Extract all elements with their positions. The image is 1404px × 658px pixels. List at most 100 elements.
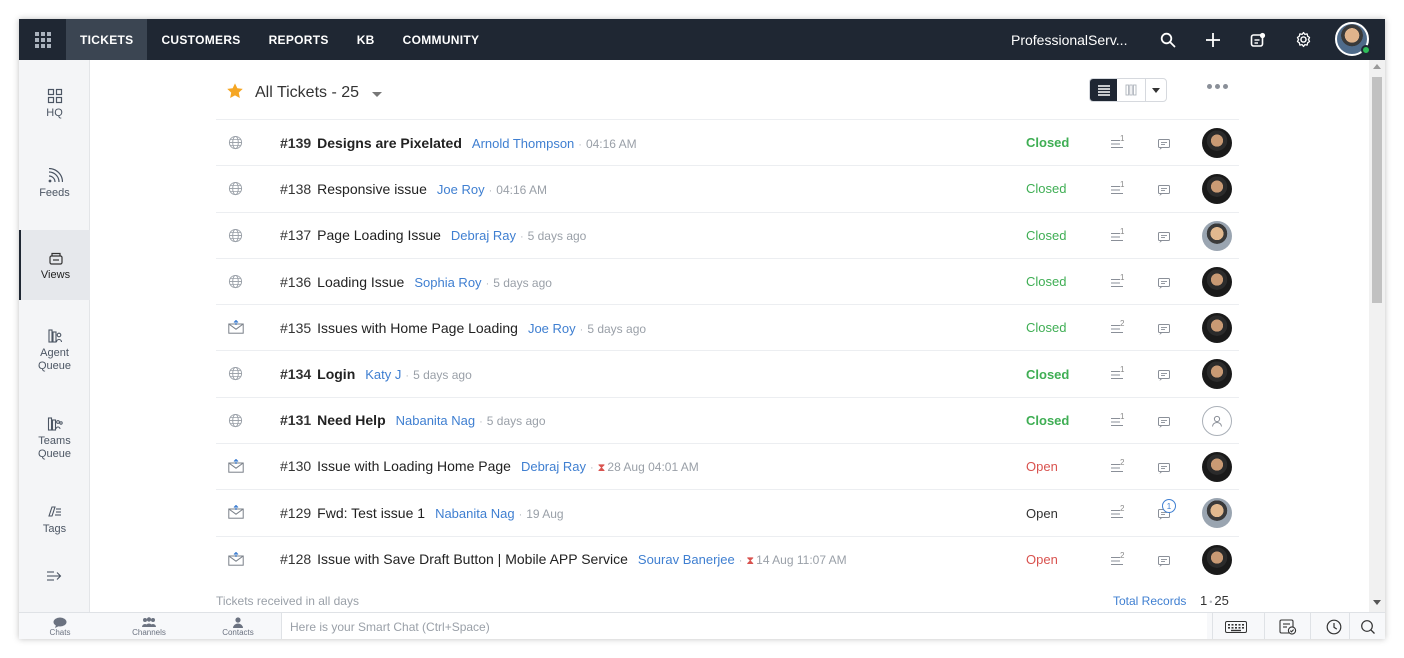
ticket-id[interactable]: #131 [280, 412, 311, 428]
comment-icon[interactable] [1158, 415, 1170, 433]
status-badge[interactable]: Closed [1026, 413, 1069, 428]
agent-avatar[interactable] [1202, 359, 1232, 390]
table-row[interactable]: #139 Designs are Pixelated Arnold Thompson… [216, 119, 1239, 165]
table-row[interactable]: #134 Login Katy J · 5 days ago Closed 1 [216, 350, 1239, 396]
ticket-subject[interactable]: Page Loading Issue [317, 227, 441, 243]
ticket-id[interactable]: #130 [280, 458, 311, 474]
ticket-id[interactable]: #129 [280, 505, 311, 521]
status-badge[interactable]: Closed [1026, 135, 1069, 150]
agent-avatar[interactable] [1202, 128, 1232, 158]
tab-tickets[interactable]: TICKETS [66, 19, 148, 60]
gear-icon[interactable] [1288, 19, 1318, 60]
table-row[interactable]: #136 Loading Issue Sophia Roy · 5 days ago Cl… [216, 257, 1239, 304]
ticket-id[interactable]: #134 [280, 366, 311, 382]
ticket-subject[interactable]: Issue with Save Draft Button | Mobile AP… [317, 551, 628, 567]
agent-avatar[interactable] [1202, 220, 1232, 251]
tab-kb[interactable]: KB [343, 19, 389, 60]
notifications-icon[interactable] [1243, 19, 1273, 60]
comment-icon[interactable] [1158, 461, 1170, 479]
table-row[interactable]: #138 Responsive issue Joe Roy · 04:16 AM Clos… [216, 165, 1239, 211]
contact-name[interactable]: Nabanita Nag [396, 413, 476, 428]
sidebar-expand-button[interactable] [19, 570, 90, 590]
ticket-subject[interactable]: Fwd: Test issue 1 [317, 505, 425, 521]
search-icon[interactable] [1153, 19, 1183, 60]
comment-icon[interactable] [1158, 322, 1170, 340]
ticket-id[interactable]: #139 [280, 135, 311, 151]
status-badge[interactable]: Open [1026, 459, 1058, 474]
table-row[interactable]: #129 Fwd: Test issue 1 Nabanita Nag · 19 Aug… [216, 489, 1239, 535]
ticket-subject[interactable]: Login [317, 366, 355, 382]
contact-name[interactable]: Katy J [365, 367, 401, 382]
contacts-button[interactable]: Contacts [208, 613, 268, 639]
contact-name[interactable]: Nabanita Nag [435, 506, 515, 521]
status-badge[interactable]: Closed [1026, 228, 1066, 243]
board-view-button[interactable] [1117, 79, 1144, 101]
ticket-id[interactable]: #137 [280, 227, 311, 243]
contact-name[interactable]: Sophia Roy [414, 275, 481, 290]
ticket-subject[interactable]: Issue with Loading Home Page [317, 458, 511, 474]
contact-name[interactable]: Debraj Ray [451, 228, 516, 243]
scroll-thumb[interactable] [1372, 77, 1382, 303]
status-badge[interactable]: Open [1026, 506, 1058, 521]
status-badge[interactable]: Open [1026, 552, 1058, 567]
comment-icon[interactable] [1158, 554, 1170, 572]
layout-dropdown-button[interactable] [1144, 79, 1166, 101]
org-switcher[interactable]: ProfessionalServ... [1011, 19, 1127, 60]
status-badge[interactable]: Closed [1026, 181, 1066, 196]
comment-icon[interactable] [1158, 183, 1170, 201]
tab-reports[interactable]: REPORTS [255, 19, 343, 60]
ticket-subject[interactable]: Responsive issue [317, 181, 427, 197]
comment-icon[interactable] [1158, 368, 1170, 386]
vertical-scrollbar[interactable] [1369, 60, 1385, 612]
scroll-up-icon[interactable] [1373, 64, 1381, 69]
ticket-id[interactable]: #136 [280, 274, 311, 290]
agent-avatar[interactable] [1202, 174, 1232, 205]
contact-name[interactable]: Joe Roy [528, 321, 576, 336]
ticket-subject[interactable]: Issues with Home Page Loading [317, 320, 518, 336]
app-launcher-button[interactable] [19, 19, 66, 60]
table-row[interactable]: #135 Issues with Home Page Loading Joe Roy… [216, 304, 1239, 350]
smart-chat-input[interactable]: Here is your Smart Chat (Ctrl+Space) [281, 613, 1207, 639]
status-badge[interactable]: Closed [1026, 320, 1066, 335]
ticket-id[interactable]: #135 [280, 320, 311, 336]
table-row[interactable]: #137 Page Loading Issue Debraj Ray · 5 days … [216, 211, 1239, 258]
sidebar-item-hq[interactable]: HQ [19, 88, 90, 128]
agent-avatar[interactable] [1202, 266, 1232, 297]
agent-avatar[interactable] [1202, 544, 1232, 575]
ticket-id[interactable]: #138 [280, 181, 311, 197]
tab-community[interactable]: COMMUNITY [389, 19, 494, 60]
unassigned-agent-icon[interactable] [1202, 405, 1232, 436]
star-icon[interactable] [226, 82, 244, 100]
table-row[interactable]: #130 Issue with Loading Home Page Debraj R… [216, 443, 1239, 489]
view-title[interactable]: All Tickets - 25 [255, 84, 359, 102]
comment-icon[interactable] [1158, 230, 1170, 248]
contact-name[interactable]: Debraj Ray [521, 459, 586, 474]
agent-avatar[interactable] [1202, 313, 1232, 344]
comment-icon[interactable] [1158, 276, 1170, 294]
sidebar-item-feeds[interactable]: Feeds [19, 168, 90, 208]
search-icon[interactable] [1349, 613, 1385, 639]
ticket-id[interactable]: #128 [280, 551, 311, 567]
ticket-subject[interactable]: Designs are Pixelated [317, 135, 462, 151]
sidebar-item-views[interactable]: Views [19, 230, 90, 300]
list-view-button[interactable] [1090, 79, 1118, 101]
view-dropdown-icon[interactable] [372, 92, 382, 97]
sidebar-item-teams-queue[interactable]: Teams Queue [19, 416, 90, 472]
keyboard-icon[interactable] [1212, 613, 1258, 639]
more-options-icon[interactable] [1207, 84, 1228, 89]
chats-button[interactable]: Chats [30, 613, 90, 639]
contact-name[interactable]: Sourav Banerjee [638, 552, 735, 567]
ticket-subject[interactable]: Loading Issue [317, 274, 404, 290]
ticket-subject[interactable]: Need Help [317, 412, 385, 428]
scroll-down-icon[interactable] [1373, 600, 1381, 605]
table-row[interactable]: #128 Issue with Save Draft Button | Mobil… [216, 535, 1239, 582]
contact-name[interactable]: Joe Roy [437, 182, 485, 197]
agent-avatar[interactable] [1202, 452, 1232, 483]
comment-icon[interactable] [1158, 137, 1170, 155]
channels-button[interactable]: Channels [119, 613, 179, 639]
tab-customers[interactable]: CUSTOMERS [147, 19, 254, 60]
sidebar-item-agent-queue[interactable]: Agent Queue [19, 328, 90, 384]
task-check-icon[interactable] [1264, 613, 1310, 639]
agent-avatar[interactable] [1202, 498, 1232, 529]
contact-name[interactable]: Arnold Thompson [472, 136, 574, 151]
